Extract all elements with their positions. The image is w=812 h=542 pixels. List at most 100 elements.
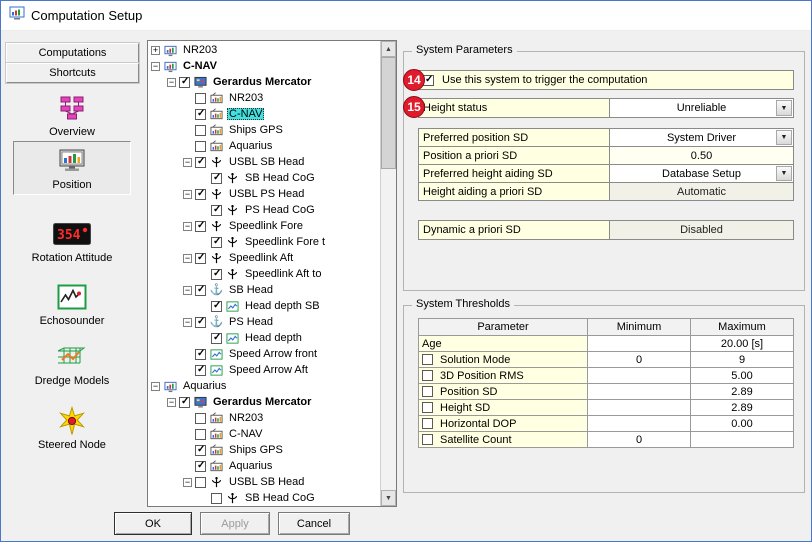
tree-checkbox[interactable] bbox=[195, 349, 206, 360]
tree-checkbox[interactable] bbox=[211, 269, 222, 280]
tree-checkbox[interactable] bbox=[195, 189, 206, 200]
tree-checkbox[interactable] bbox=[195, 461, 206, 472]
satellite-count-max-value[interactable] bbox=[690, 431, 794, 448]
sidebar-item-rotation-attitude[interactable]: 354Rotation Attitude bbox=[13, 215, 131, 267]
sidebar-item-steered-node[interactable]: Steered Node bbox=[13, 402, 131, 454]
horizontal-dop-checkbox[interactable] bbox=[422, 418, 433, 429]
tree-expander-icon[interactable]: + bbox=[151, 46, 160, 55]
tree-item-usbl-sb-head[interactable]: −USBL SB Head bbox=[148, 154, 380, 170]
tree-checkbox[interactable] bbox=[195, 93, 206, 104]
height-sd-max-value[interactable]: 2.89 bbox=[690, 399, 794, 416]
tree-checkbox[interactable] bbox=[195, 365, 206, 376]
tree-expander-icon[interactable]: − bbox=[151, 382, 160, 391]
tree-checkbox[interactable] bbox=[179, 397, 190, 408]
tree-expander-icon[interactable]: − bbox=[183, 254, 192, 263]
tree-expander-icon[interactable]: − bbox=[183, 158, 192, 167]
tree-checkbox[interactable] bbox=[211, 205, 222, 216]
tree-expander-icon[interactable]: − bbox=[167, 398, 176, 407]
tree-item-ships-gps[interactable]: Ships GPS bbox=[148, 442, 380, 458]
age-min-value[interactable] bbox=[587, 335, 691, 352]
tree-item-speedlink-fore-t[interactable]: Speedlink Fore t bbox=[148, 234, 380, 250]
dropdown-arrow-icon[interactable]: ▼ bbox=[776, 100, 792, 116]
tree-checkbox[interactable] bbox=[211, 173, 222, 184]
tree-item-usbl-ps-head[interactable]: −USBL PS Head bbox=[148, 186, 380, 202]
scroll-up-button[interactable]: ▲ bbox=[381, 41, 396, 57]
position-sd-min-value[interactable] bbox=[587, 383, 691, 400]
tree-item-aquarius[interactable]: Aquarius bbox=[148, 458, 380, 474]
tree-expander-icon[interactable]: − bbox=[183, 478, 192, 487]
tree-checkbox[interactable] bbox=[195, 141, 206, 152]
tree-item-head-depth-sb[interactable]: Head depth SB bbox=[148, 298, 380, 314]
tree-checkbox[interactable] bbox=[195, 317, 206, 328]
tree-item-c-nav[interactable]: C-NAV bbox=[148, 106, 380, 122]
tree-checkbox[interactable] bbox=[195, 429, 206, 440]
horizontal-dop-min-value[interactable] bbox=[587, 415, 691, 432]
tree-item-nr203[interactable]: +NR203 bbox=[148, 42, 380, 58]
sidebar-item-dredge-models[interactable]: Dredge Models bbox=[13, 338, 131, 390]
tree-item-sb-head-cog[interactable]: SB Head CoG bbox=[148, 170, 380, 186]
tree-item-speedlink-aft-to[interactable]: Speedlink Aft to bbox=[148, 266, 380, 282]
tree-checkbox[interactable] bbox=[195, 109, 206, 120]
tree-item-sb-head[interactable]: −⚓SB Head bbox=[148, 282, 380, 298]
tree-checkbox[interactable] bbox=[195, 157, 206, 168]
tree-item-speed-arrow-front[interactable]: Speed Arrow front bbox=[148, 346, 380, 362]
computations-button[interactable]: Computations bbox=[6, 43, 139, 63]
height-sd-checkbox[interactable] bbox=[422, 402, 433, 413]
position-a-priori-sd-value[interactable]: 0.50 bbox=[610, 146, 794, 165]
tree-checkbox[interactable] bbox=[195, 413, 206, 424]
horizontal-dop-max-value[interactable]: 0.00 bbox=[690, 415, 794, 432]
tree-checkbox[interactable] bbox=[211, 493, 222, 504]
tree-expander-icon[interactable]: − bbox=[183, 190, 192, 199]
tree-checkbox[interactable] bbox=[195, 221, 206, 232]
tree-item-nr203[interactable]: NR203 bbox=[148, 90, 380, 106]
preferred-height-aiding-sd-value[interactable]: Database Setup▼ bbox=[610, 164, 794, 183]
satellite-count-checkbox[interactable] bbox=[422, 434, 433, 445]
sidebar-item-overview[interactable]: Overview bbox=[13, 89, 131, 141]
tree-item-ships-gps[interactable]: Ships GPS bbox=[148, 122, 380, 138]
solution-mode-min-value[interactable]: 0 bbox=[587, 351, 691, 368]
position-sd-checkbox[interactable] bbox=[422, 386, 433, 397]
tree-checkbox[interactable] bbox=[195, 445, 206, 456]
tree-item-sb-head-cog[interactable]: SB Head CoG bbox=[148, 490, 380, 506]
sidebar-item-echosounder[interactable]: Echosounder bbox=[13, 278, 131, 330]
ok-button[interactable]: OK bbox=[114, 512, 192, 535]
tree-item-ps-head-cog[interactable]: PS Head CoG bbox=[148, 202, 380, 218]
tree-item-c-nav[interactable]: −C-NAV bbox=[148, 58, 380, 74]
age-max-value[interactable]: 20.00 [s] bbox=[690, 335, 794, 352]
tree-item-aquarius[interactable]: Aquarius bbox=[148, 138, 380, 154]
preferred-position-sd-value[interactable]: System Driver▼ bbox=[610, 128, 794, 147]
apply-button[interactable]: Apply bbox=[200, 512, 270, 535]
tree-item-head-depth[interactable]: Head depth bbox=[148, 330, 380, 346]
3d-position-rms-max-value[interactable]: 5.00 bbox=[690, 367, 794, 384]
tree-expander-icon[interactable]: − bbox=[183, 286, 192, 295]
tree-checkbox[interactable] bbox=[195, 125, 206, 136]
tree-item-ps-head[interactable]: −⚓PS Head bbox=[148, 314, 380, 330]
tree-item-gerardus-mercator[interactable]: −Gerardus Mercator bbox=[148, 394, 380, 410]
shortcuts-button[interactable]: Shortcuts bbox=[6, 63, 139, 83]
cancel-button[interactable]: Cancel bbox=[278, 512, 350, 535]
tree-item-speedlink-aft[interactable]: −Speedlink Aft bbox=[148, 250, 380, 266]
satellite-count-min-value[interactable]: 0 bbox=[587, 431, 691, 448]
tree-checkbox[interactable] bbox=[195, 477, 206, 488]
tree-expander-icon[interactable]: − bbox=[183, 222, 192, 231]
tree-expander-icon[interactable]: − bbox=[183, 318, 192, 327]
scrollbar-thumb[interactable] bbox=[381, 57, 396, 169]
tree-item-speedlink-fore[interactable]: −Speedlink Fore bbox=[148, 218, 380, 234]
tree-item-gerardus-mercator[interactable]: −Gerardus Mercator bbox=[148, 74, 380, 90]
tree-item-speed-arrow-aft[interactable]: Speed Arrow Aft bbox=[148, 362, 380, 378]
3d-position-rms-min-value[interactable] bbox=[587, 367, 691, 384]
3d-position-rms-checkbox[interactable] bbox=[422, 370, 433, 381]
height-status-value[interactable]: Unreliable▼ bbox=[610, 98, 794, 118]
tree-item-nr203[interactable]: NR203 bbox=[148, 410, 380, 426]
tree-checkbox[interactable] bbox=[211, 333, 222, 344]
tree-checkbox[interactable] bbox=[195, 253, 206, 264]
dropdown-arrow-icon[interactable]: ▼ bbox=[776, 130, 792, 145]
solution-mode-max-value[interactable]: 9 bbox=[690, 351, 794, 368]
tree-item-c-nav[interactable]: C-NAV bbox=[148, 426, 380, 442]
sidebar-item-position[interactable]: Position bbox=[13, 141, 131, 195]
tree-expander-icon[interactable]: − bbox=[167, 78, 176, 87]
tree-checkbox[interactable] bbox=[211, 301, 222, 312]
tree-item-usbl-sb-head[interactable]: −USBL SB Head bbox=[148, 474, 380, 490]
tree-scrollbar[interactable]: ▲ ▼ bbox=[380, 41, 396, 506]
scroll-down-button[interactable]: ▼ bbox=[381, 490, 396, 506]
